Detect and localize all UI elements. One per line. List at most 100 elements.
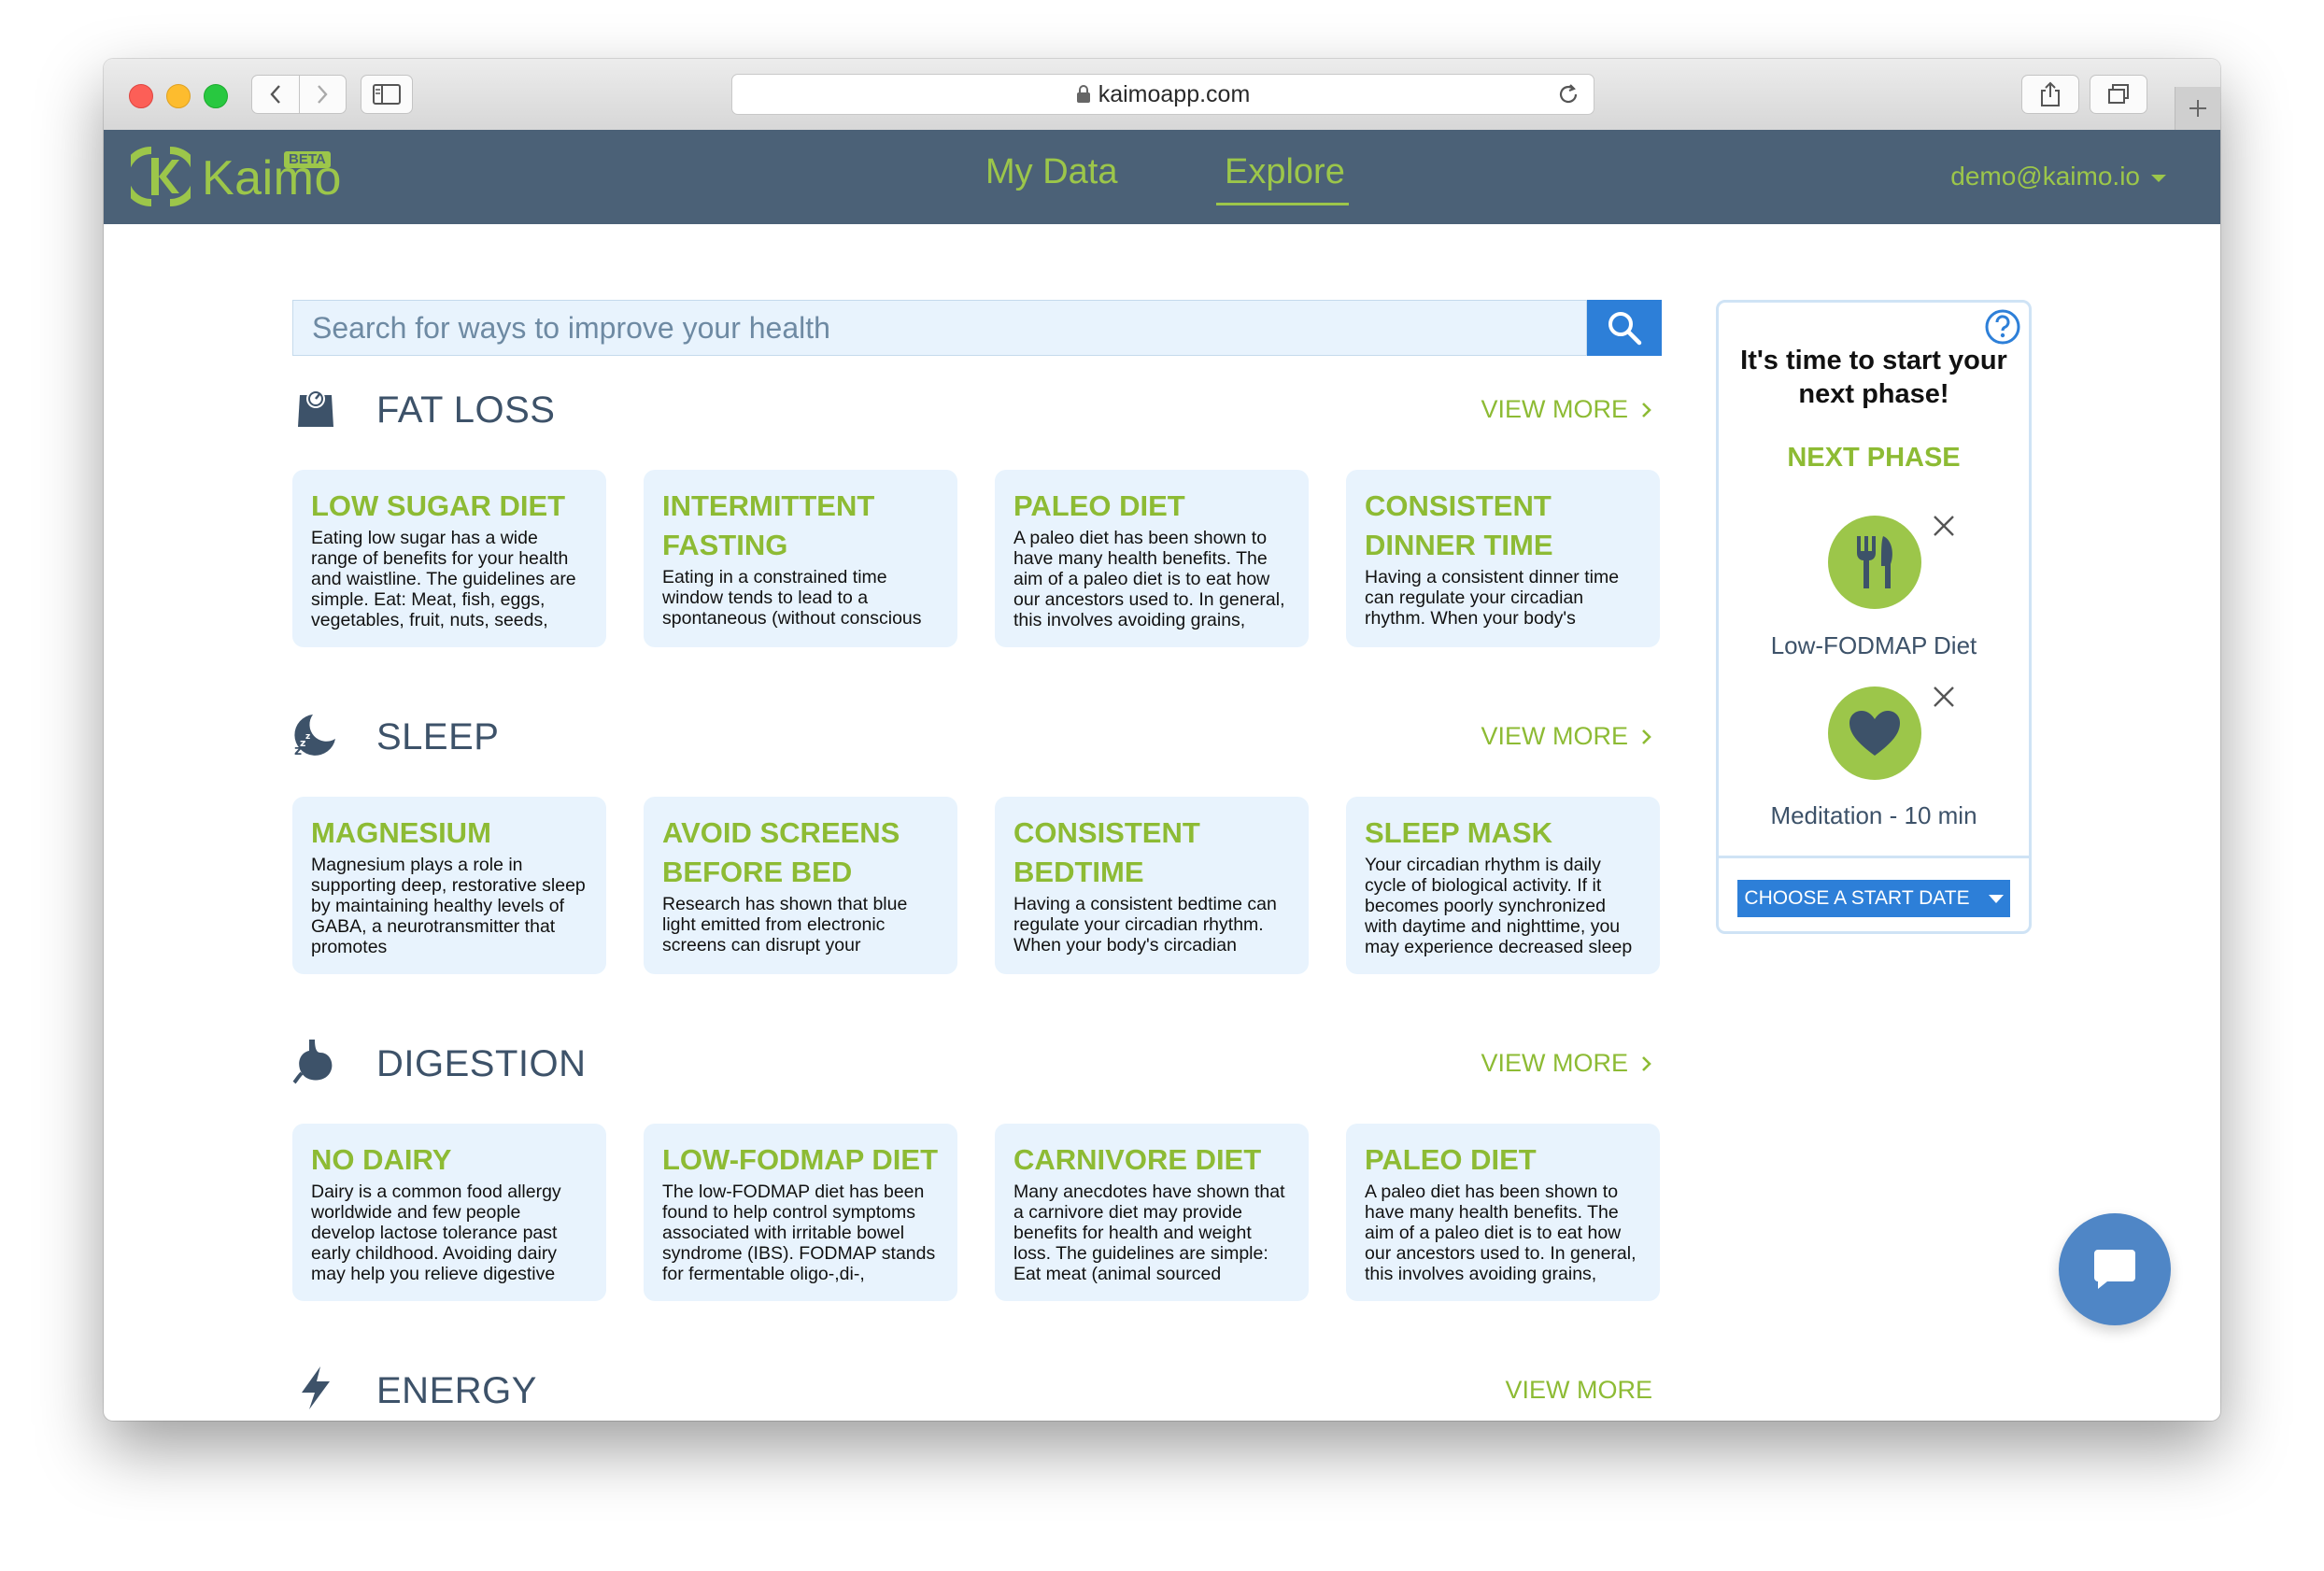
reload-icon — [1559, 84, 1578, 104]
card-title: CONSISTENT DINNER TIME — [1365, 489, 1553, 561]
view-more-label: VIEW MORE — [1481, 1049, 1628, 1077]
search-button[interactable] — [1587, 300, 1662, 356]
card-no-dairy[interactable]: NO DAIRY Dairy is a common food allergy … — [292, 1124, 606, 1301]
view-more-link[interactable]: VIEW MORE — [1505, 1376, 1652, 1405]
section-title: SLEEP — [376, 716, 500, 757]
view-more-link[interactable]: VIEW MORE — [1481, 395, 1652, 424]
card-low-fodmap-diet[interactable]: LOW-FODMAP DIET The low-FODMAP diet has … — [644, 1124, 957, 1301]
card-description: Magnesium plays a role in supporting dee… — [311, 855, 586, 957]
browser-toolbar: kaimoapp.com — [104, 59, 2220, 131]
card-description: Eating in a constrained time window tend… — [662, 567, 922, 629]
section-header-fat-loss: FAT LOSS VIEW MORE — [292, 384, 1662, 440]
chat-bubble-icon — [2094, 1250, 2135, 1289]
remove-phase-item-button[interactable] — [1932, 514, 1956, 543]
search-icon — [1608, 312, 1642, 346]
card-magnesium[interactable]: MAGNESIUM Magnesium plays a role in supp… — [292, 797, 606, 974]
phase-item-icon — [1828, 516, 1921, 609]
card-intermittent-fasting[interactable]: INTERMITTENT FASTING Eating in a constra… — [644, 470, 957, 647]
card-paleo-diet[interactable]: PALEO DIET A paleo diet has been shown t… — [995, 470, 1309, 647]
view-more-link[interactable]: VIEW MORE — [1481, 1049, 1652, 1078]
card-description: Dairy is a common food allergy worldwide… — [311, 1182, 561, 1284]
view-more-link[interactable]: VIEW MORE — [1481, 722, 1652, 751]
phase-item-label: Low-FODMAP Diet — [1770, 631, 1977, 659]
card-description: Many anecdotes have shown that a carnivo… — [1013, 1182, 1285, 1284]
card-title: INTERMITTENT FASTING — [662, 489, 875, 561]
phase-item-icon — [1828, 686, 1921, 780]
card-consistent-dinner-time[interactable]: CONSISTENT DINNER TIME Having a consiste… — [1346, 470, 1660, 647]
card-row-fat-loss: LOW SUGAR DIET Eating low sugar has a wi… — [292, 470, 1662, 647]
sidebar-toggle-button[interactable] — [361, 75, 413, 114]
chevron-down-icon — [1988, 894, 2004, 903]
share-button[interactable] — [2021, 75, 2079, 114]
card-description: A paleo diet has been shown to have many… — [1365, 1182, 1637, 1284]
sidebar-icon — [373, 84, 401, 105]
moon-zzz-icon: z z z — [294, 715, 335, 757]
lightning-icon — [302, 1366, 330, 1409]
forward-button[interactable] — [298, 76, 347, 113]
nav-my-data[interactable]: My Data — [985, 152, 1117, 192]
chevron-right-icon — [318, 85, 328, 104]
active-nav-indicator — [1216, 203, 1349, 205]
search-bar — [292, 300, 1662, 356]
lock-icon — [1076, 85, 1090, 103]
chevron-right-icon — [1642, 729, 1651, 744]
user-email: demo@kaimo.io — [1950, 162, 2140, 191]
card-low-sugar-diet[interactable]: LOW SUGAR DIET Eating low sugar has a wi… — [292, 470, 606, 647]
card-description: The low-FODMAP diet has been found to he… — [662, 1182, 936, 1284]
card-description: Research has shown that blue light emitt… — [662, 894, 908, 955]
beta-badge: BETA — [284, 151, 331, 168]
chevron-down-icon — [2151, 175, 2166, 182]
card-title: PALEO DIET — [1365, 1143, 1537, 1176]
card-title: AVOID SCREENS BEFORE BED — [662, 816, 900, 888]
section-title: DIGESTION — [376, 1043, 587, 1084]
section-title: FAT LOSS — [376, 389, 556, 431]
tabs-icon — [2108, 84, 2129, 104]
card-title: LOW-FODMAP DIET — [662, 1143, 938, 1176]
chevron-right-icon — [1642, 402, 1651, 418]
card-paleo-diet-digestion[interactable]: PALEO DIET A paleo diet has been shown t… — [1346, 1124, 1660, 1301]
card-description: A paleo diet has been shown to have many… — [1013, 528, 1285, 630]
card-title: PALEO DIET — [1013, 489, 1185, 522]
section-header-digestion: DIGESTION VIEW MORE — [292, 1038, 1662, 1094]
close-icon — [1934, 686, 1954, 707]
new-tab-button[interactable] — [2175, 87, 2220, 130]
nav-explore[interactable]: Explore — [1225, 152, 1345, 192]
view-more-label: VIEW MORE — [1505, 1376, 1652, 1404]
stomach-icon — [292, 1040, 333, 1084]
minimize-window-button[interactable] — [166, 84, 191, 108]
card-description: Eating low sugar has a wide range of ben… — [311, 528, 576, 630]
reload-button[interactable] — [1556, 82, 1580, 111]
plus-icon — [2189, 100, 2206, 117]
address-bar[interactable]: kaimoapp.com — [731, 74, 1594, 115]
section-header-sleep: z z z SLEEP VIEW MORE — [292, 711, 1662, 767]
card-consistent-bedtime[interactable]: CONSISTENT BEDTIME Having a consistent b… — [995, 797, 1309, 974]
card-description: Having a consistent bedtime can regulate… — [1013, 894, 1277, 955]
phase-item-label: Meditation - 10 min — [1770, 801, 1977, 829]
card-carnivore-diet[interactable]: CARNIVORE DIET Many anecdotes have shown… — [995, 1124, 1309, 1301]
card-sleep-mask[interactable]: SLEEP MASK Your circadian rhythm is dail… — [1346, 797, 1660, 974]
tabs-overview-button[interactable] — [2090, 75, 2147, 114]
next-phase-panel: It's time to start your next phase! NEXT… — [1716, 300, 2032, 934]
scale-icon — [298, 389, 333, 427]
chevron-right-icon — [1642, 1055, 1651, 1071]
card-title: SLEEP MASK — [1365, 816, 1552, 849]
kaimo-logo-icon — [131, 147, 191, 206]
section-header-energy: ENERGY VIEW MORE — [292, 1365, 1662, 1421]
card-row-digestion: NO DAIRY Dairy is a common food allergy … — [292, 1124, 1662, 1301]
fork-knife-icon — [1857, 536, 1892, 588]
browser-window: kaimoapp.com Kaimo BETA My Data Explore … — [104, 59, 2220, 1421]
close-window-button[interactable] — [129, 84, 153, 108]
back-button[interactable] — [252, 76, 299, 113]
card-title: MAGNESIUM — [311, 816, 491, 849]
search-input[interactable] — [292, 300, 1587, 356]
card-description: Having a consistent dinner time can regu… — [1365, 567, 1620, 629]
chat-button[interactable] — [2059, 1213, 2171, 1325]
user-menu[interactable]: demo@kaimo.io — [1950, 162, 2166, 191]
zoom-window-button[interactable] — [204, 84, 228, 108]
button-label: CHOOSE A START DATE — [1744, 887, 1970, 909]
card-avoid-screens-before-bed[interactable]: AVOID SCREENS BEFORE BED Research has sh… — [644, 797, 957, 974]
choose-start-date-button[interactable]: CHOOSE A START DATE — [1737, 880, 2010, 917]
history-nav — [251, 75, 347, 114]
svg-text:z: z — [305, 732, 310, 742]
remove-phase-item-button[interactable] — [1932, 685, 1956, 714]
